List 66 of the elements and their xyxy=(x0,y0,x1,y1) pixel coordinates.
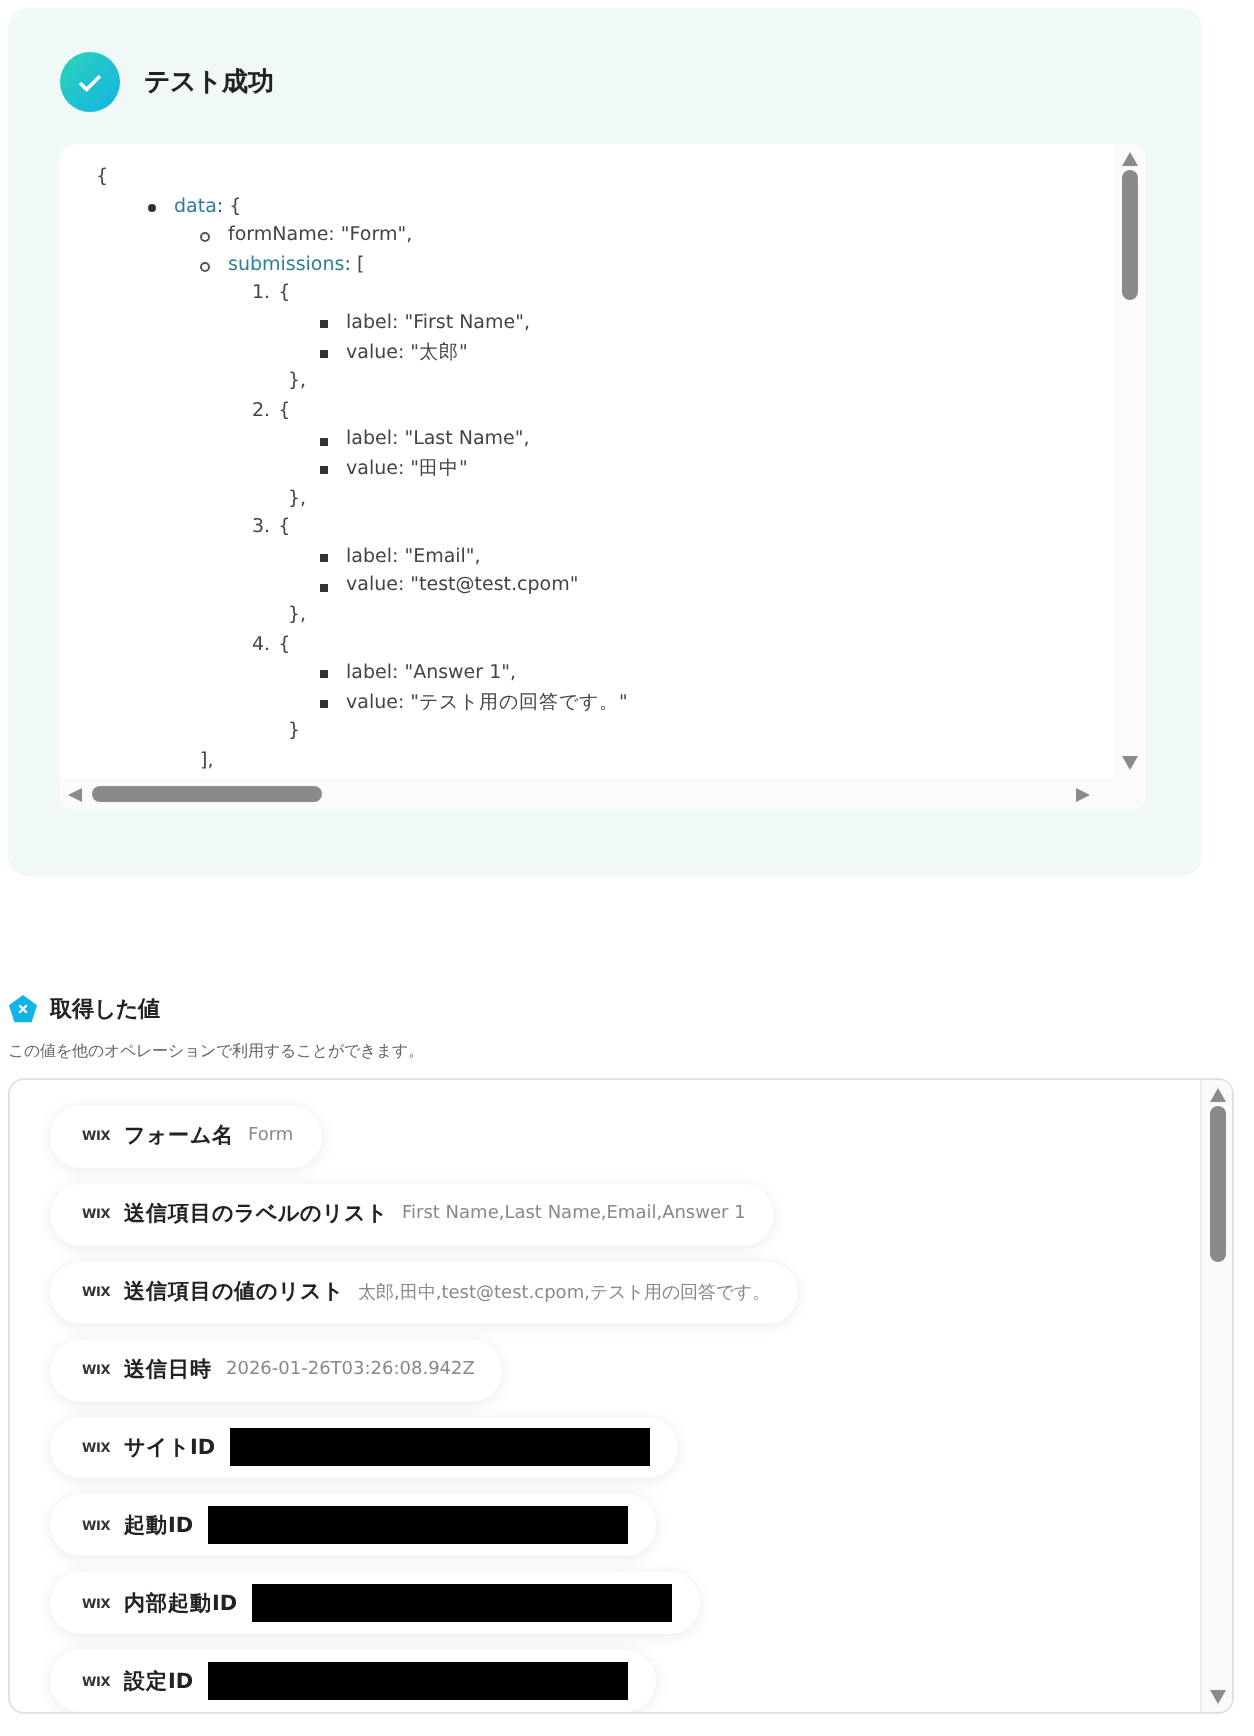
scroll-up-icon[interactable] xyxy=(1122,152,1138,166)
scrollbar[interactable] xyxy=(1200,1080,1232,1712)
scrollbar[interactable] xyxy=(60,778,1146,810)
json-key: submissions xyxy=(228,251,345,281)
json-text: label: "Last Name", xyxy=(346,426,530,455)
pentagon-icon xyxy=(8,993,38,1023)
bullet-icon xyxy=(320,583,328,592)
value-text: 2026-01-26T03:26:08.942Z xyxy=(226,1360,475,1381)
list-number: 4. xyxy=(252,631,271,659)
scroll-left-icon[interactable] xyxy=(68,787,84,801)
value-label: 設定ID xyxy=(124,1667,194,1696)
json-text: } xyxy=(288,718,301,747)
value-text: First Name,Last Name,Email,Answer 1 xyxy=(402,1204,746,1225)
bullet-icon xyxy=(200,231,210,242)
scroll-up-icon[interactable] xyxy=(1209,1088,1225,1102)
section-title: 取得した値 xyxy=(50,993,160,1023)
list-number: 1. xyxy=(252,280,271,309)
list-number: 3. xyxy=(252,514,271,543)
value-label: サイトID xyxy=(124,1433,216,1462)
scrollbar-thumb[interactable] xyxy=(1122,170,1138,300)
value-label: 起動ID xyxy=(124,1511,194,1540)
json-text: { xyxy=(278,397,291,426)
scrollbar-thumb[interactable] xyxy=(92,786,322,802)
value-label: 送信項目のラベルのリスト xyxy=(124,1200,388,1229)
json-text: formName: "Form", xyxy=(228,222,413,251)
bullet-icon xyxy=(320,437,328,446)
value-text: 太郎,田中,test@test.cpom,テスト用の回答です。 xyxy=(358,1281,770,1306)
value-label: 内部起動ID xyxy=(124,1589,238,1618)
scrollbar[interactable] xyxy=(1114,144,1146,778)
json-text: value: "テスト用の回答です。" xyxy=(346,689,628,718)
bullet-icon xyxy=(200,261,210,272)
json-text: }, xyxy=(288,368,307,397)
json-text: label: "First Name", xyxy=(346,309,530,338)
json-text: : [ xyxy=(344,251,365,280)
scroll-down-icon[interactable] xyxy=(1122,756,1138,770)
value-label: 送信項目の値のリスト xyxy=(124,1278,344,1307)
json-text: { xyxy=(278,514,291,543)
json-text: value: "太郎" xyxy=(346,339,468,368)
json-text: { xyxy=(278,631,291,659)
json-text: label: "Answer 1", xyxy=(346,660,517,689)
scrollbar-thumb[interactable] xyxy=(1209,1106,1225,1262)
json-text: value: "test@test.cpom" xyxy=(346,572,579,601)
bullet-icon xyxy=(320,466,328,475)
value-label: 送信日時 xyxy=(124,1356,212,1385)
scroll-down-icon[interactable] xyxy=(1209,1690,1225,1704)
json-text: label: "Email", xyxy=(346,543,481,572)
value-text: Form xyxy=(248,1126,294,1147)
bullet-icon xyxy=(148,203,156,212)
bullet-icon xyxy=(320,699,328,708)
json-text: ], xyxy=(200,747,214,776)
bullet-icon xyxy=(320,670,328,679)
scroll-right-icon[interactable] xyxy=(1074,787,1090,801)
json-text: : { xyxy=(216,193,242,222)
bullet-icon xyxy=(320,554,328,563)
bullet-icon xyxy=(320,349,328,358)
section-description: この値を他のオペレーションで利用することができます。 xyxy=(8,1040,426,1062)
list-number: 2. xyxy=(252,397,271,426)
value-label: フォーム名 xyxy=(124,1122,234,1151)
json-text: { xyxy=(278,280,291,309)
json-key: data xyxy=(174,193,217,223)
json-text: }, xyxy=(288,601,307,630)
json-text: { xyxy=(96,164,109,192)
result-title: テスト成功 xyxy=(144,66,274,100)
json-text: value: "田中" xyxy=(346,455,468,484)
bullet-icon xyxy=(320,320,328,329)
json-text: }, xyxy=(288,485,307,514)
